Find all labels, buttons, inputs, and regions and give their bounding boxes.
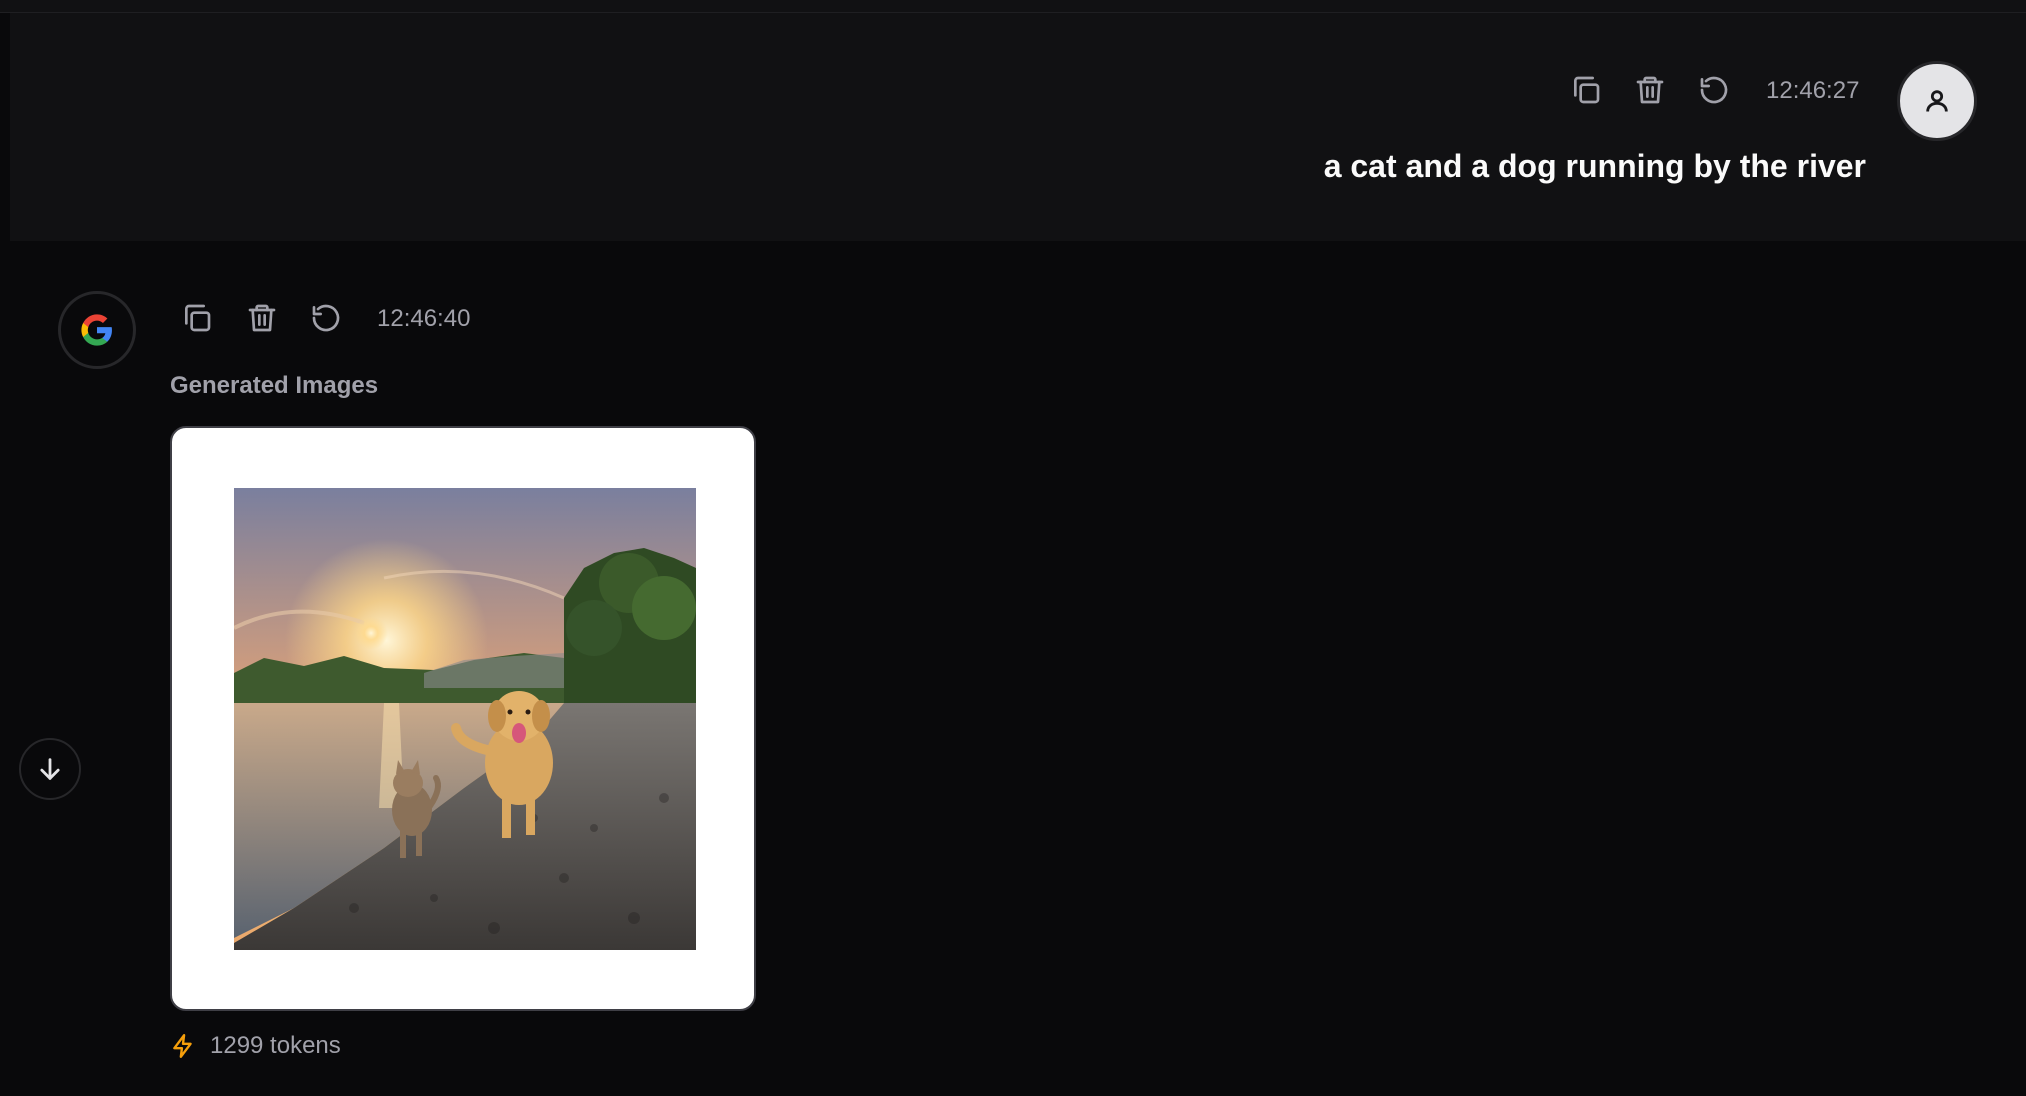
user-message-text: a cat and a dog running by the river [1323, 148, 1866, 184]
trash-icon [1636, 76, 1664, 104]
copy-icon [185, 304, 211, 332]
scroll-down-button[interactable] [19, 738, 81, 800]
generated-images-label: Generated Images [170, 372, 379, 399]
assistant-delete-button[interactable] [240, 296, 284, 340]
generated-image[interactable] [234, 488, 696, 950]
assistant-avatar [58, 291, 136, 369]
top-bar [0, 0, 2026, 13]
arrow-down-icon [40, 758, 60, 780]
user-avatar [1897, 61, 1977, 141]
trash-icon [248, 304, 276, 332]
assistant-timestamp: 12:46:40 [377, 305, 471, 332]
user-message [10, 13, 2026, 241]
user-regenerate-button[interactable] [1692, 68, 1736, 112]
generated-image-card[interactable] [170, 426, 756, 1011]
copy-icon [1574, 76, 1600, 104]
assistant-copy-button[interactable] [175, 296, 219, 340]
regenerate-icon [312, 304, 340, 332]
token-usage: 1299 tokens [170, 1029, 341, 1063]
assistant-regenerate-button[interactable] [304, 296, 348, 340]
google-logo-icon [81, 314, 112, 346]
user-delete-button[interactable] [1628, 68, 1672, 112]
cat-dog-river-photo [234, 488, 696, 950]
user-copy-button[interactable] [1564, 68, 1608, 112]
regenerate-icon [1700, 76, 1728, 104]
user-icon [1926, 90, 1948, 112]
token-count: 1299 tokens [210, 1032, 341, 1059]
user-timestamp: 12:46:27 [1766, 77, 1860, 104]
lightning-icon [173, 1033, 192, 1059]
